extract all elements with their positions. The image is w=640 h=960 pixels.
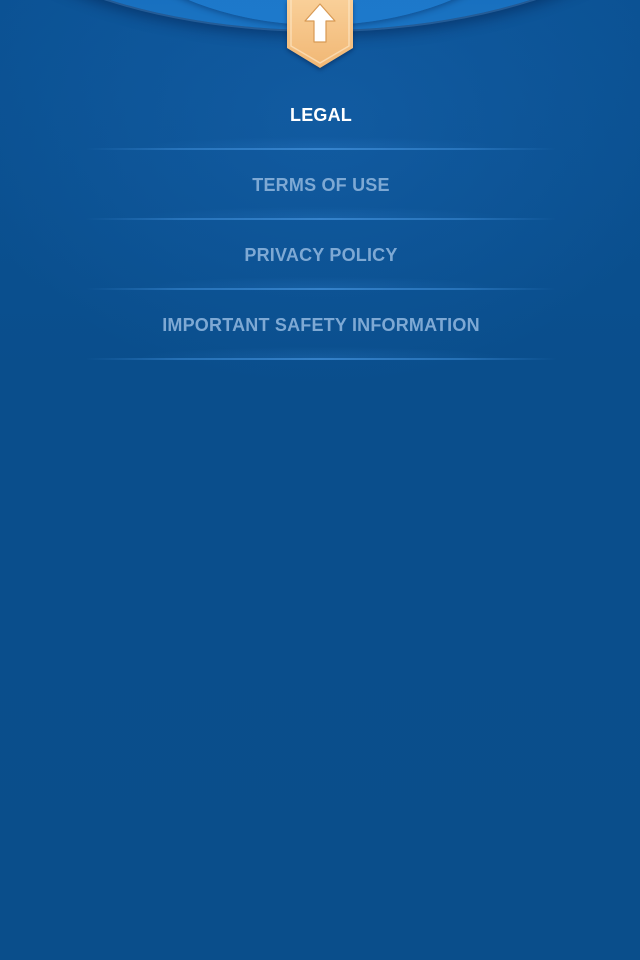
menu-item-important-safety-information[interactable]: IMPORTANT SAFETY INFORMATION — [86, 290, 556, 360]
divider — [86, 344, 556, 360]
menu-item-label: PRIVACY POLICY — [244, 244, 398, 265]
menu-item-terms-of-use[interactable]: TERMS OF USE — [86, 150, 556, 220]
up-arrow-icon — [304, 3, 336, 43]
page-title: LEGAL — [290, 104, 352, 125]
menu-item-label: IMPORTANT SAFETY INFORMATION — [162, 314, 480, 335]
menu-item-label: TERMS OF USE — [252, 174, 390, 195]
legal-screen: LEGAL TERMS OF USE PRIVACY POLICY IMPORT… — [0, 0, 640, 960]
back-up-button[interactable] — [287, 0, 353, 68]
menu-item-privacy-policy[interactable]: PRIVACY POLICY — [86, 220, 556, 290]
legal-menu: LEGAL TERMS OF USE PRIVACY POLICY IMPORT… — [86, 80, 556, 360]
page-title-row: LEGAL — [86, 80, 556, 150]
